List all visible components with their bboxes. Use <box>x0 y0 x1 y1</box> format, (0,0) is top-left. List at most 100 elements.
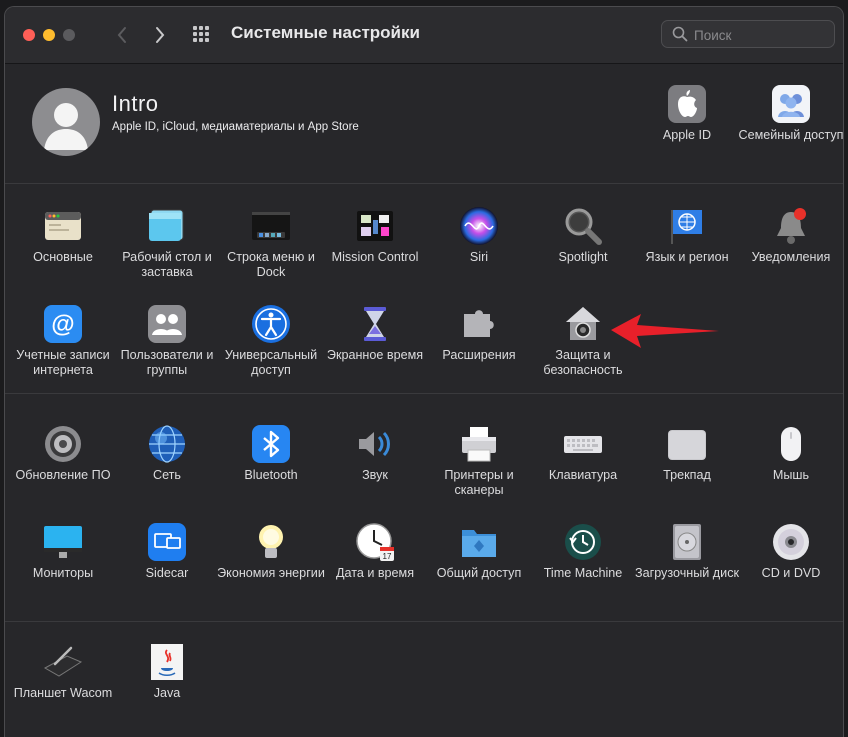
pref-internet-accounts[interactable]: @ Учетные записи интернета <box>11 304 115 400</box>
search-field[interactable] <box>661 20 835 48</box>
pref-language[interactable]: Язык и регион <box>635 206 739 302</box>
pref-energy-saver[interactable]: Экономия энергии <box>217 522 325 618</box>
pref-java[interactable]: Java <box>115 642 219 737</box>
pref-siri[interactable]: Siri <box>427 206 531 302</box>
software-update-icon <box>43 424 83 464</box>
sound-icon <box>355 424 395 464</box>
pref-displays[interactable]: Мониторы <box>11 522 115 618</box>
monitor-icon <box>43 522 83 562</box>
red-arrow-icon <box>611 314 719 348</box>
software-update-label: Обновление ПО <box>15 468 111 482</box>
time-machine-icon <box>563 522 603 562</box>
mouse-label: Мышь <box>772 468 810 482</box>
bluetooth-icon <box>251 424 291 464</box>
family-sharing-label: Семейный доступ <box>738 128 844 142</box>
date-time-label: Дата и время <box>335 566 415 580</box>
window-title: Системные настройки <box>231 23 420 42</box>
spotlight-label: Spotlight <box>558 250 608 264</box>
cd-dvd-icon <box>771 522 811 562</box>
pref-family-sharing[interactable]: Семейный доступ <box>738 84 843 180</box>
search-input[interactable] <box>692 24 832 46</box>
svg-text:@: @ <box>51 311 74 338</box>
displays-label: Мониторы <box>32 566 94 580</box>
pref-sharing[interactable]: Общий доступ <box>427 522 531 618</box>
users-icon <box>147 304 187 344</box>
back-button[interactable] <box>110 20 134 50</box>
language-label: Язык и регион <box>645 250 729 264</box>
security-label: Защита и безопасность <box>543 348 623 377</box>
account-section: Intro Apple ID, iCloud, медиаматериалы и… <box>5 64 843 184</box>
clock-icon: 17 <box>355 522 395 562</box>
pref-keyboard[interactable]: Клавиатура <box>531 424 635 520</box>
dock-label: Строка меню и Dock <box>227 250 315 279</box>
mission-control-icon <box>355 206 395 246</box>
apple-id-label: Apple ID <box>662 128 712 142</box>
bluetooth-label: Bluetooth <box>244 468 298 482</box>
pref-sidecar[interactable]: Sidecar <box>115 522 219 618</box>
network-label: Сеть <box>152 468 181 482</box>
accessibility-icon <box>251 304 291 344</box>
network-icon <box>147 424 187 464</box>
title-bar: Системные настройки <box>5 7 843 64</box>
minimize-button[interactable] <box>43 29 55 41</box>
general-icon <box>43 206 83 246</box>
accessibility-label: Универсальный доступ <box>224 348 318 377</box>
sidecar-icon <box>147 522 187 562</box>
trackpad-label: Трекпад <box>663 468 711 482</box>
pref-software-update[interactable]: Обновление ПО <box>11 424 115 520</box>
pref-cd-dvd[interactable]: CD и DVD <box>739 522 843 618</box>
forward-button[interactable] <box>148 20 172 50</box>
pref-startup-disk[interactable]: Загрузочный диск <box>635 522 739 618</box>
user-name: Intro <box>112 91 159 116</box>
internet-accounts-icon: @ <box>43 304 83 344</box>
pref-date-time[interactable]: 17 Дата и время <box>323 522 427 618</box>
pref-network[interactable]: Сеть <box>115 424 219 520</box>
printer-icon <box>459 424 499 464</box>
svg-text:17: 17 <box>383 552 392 561</box>
spotlight-icon <box>563 206 603 246</box>
siri-label: Siri <box>469 250 489 264</box>
screen-time-label: Экранное время <box>326 348 424 362</box>
pref-users-groups[interactable]: Пользователи и группы <box>115 304 219 400</box>
user-silhouette-icon <box>44 103 88 150</box>
pref-printers[interactable]: Принтеры и сканеры <box>427 424 531 520</box>
pref-trackpad[interactable]: Трекпад <box>635 424 739 520</box>
pref-notifications[interactable]: Уведомления <box>739 206 843 302</box>
pref-general[interactable]: Основные <box>11 206 115 302</box>
pref-screen-time[interactable]: Экранное время <box>323 304 427 400</box>
pref-wacom[interactable]: Планшет Wacom <box>11 642 115 737</box>
java-icon <box>147 642 187 682</box>
notifications-icon <box>771 206 811 246</box>
startup-disk-icon <box>667 522 707 562</box>
pref-dock[interactable]: Строка меню и Dock <box>219 206 323 302</box>
show-all-button[interactable] <box>193 26 215 44</box>
time-machine-label: Time Machine <box>543 566 623 580</box>
pref-desktop[interactable]: Рабочий стол и заставка <box>115 206 219 302</box>
screen-time-icon <box>355 304 395 344</box>
close-button[interactable] <box>23 29 35 41</box>
printers-label: Принтеры и сканеры <box>444 468 514 497</box>
pref-mission-control[interactable]: Mission Control <box>323 206 427 302</box>
pref-bluetooth[interactable]: Bluetooth <box>219 424 323 520</box>
pref-time-machine[interactable]: Time Machine <box>531 522 635 618</box>
pref-mouse[interactable]: Мышь <box>739 424 843 520</box>
pref-extensions[interactable]: Расширения <box>427 304 531 400</box>
java-label: Java <box>153 686 181 700</box>
family-sharing-icon <box>771 84 811 124</box>
section-divider <box>5 621 843 622</box>
sharing-label: Общий доступ <box>436 566 522 580</box>
pref-sound[interactable]: Звук <box>323 424 427 520</box>
avatar[interactable] <box>32 88 100 156</box>
chevron-left-icon <box>117 27 126 43</box>
wacom-label: Планшет Wacom <box>13 686 113 700</box>
pref-accessibility[interactable]: Универсальный доступ <box>219 304 323 400</box>
system-preferences-window: Системные настройки Intro Apple ID, iClo… <box>4 6 844 737</box>
apple-id-icon <box>667 84 707 124</box>
zoom-button[interactable] <box>63 29 75 41</box>
pref-spotlight[interactable]: Spotlight <box>531 206 635 302</box>
users-label: Пользователи и группы <box>120 348 214 377</box>
account-subtitle: Apple ID, iCloud, медиаматериалы и App S… <box>112 121 359 133</box>
pref-apple-id[interactable]: Apple ID <box>635 84 739 180</box>
energy-saver-label: Экономия энергии <box>217 566 325 580</box>
security-icon <box>563 304 603 344</box>
